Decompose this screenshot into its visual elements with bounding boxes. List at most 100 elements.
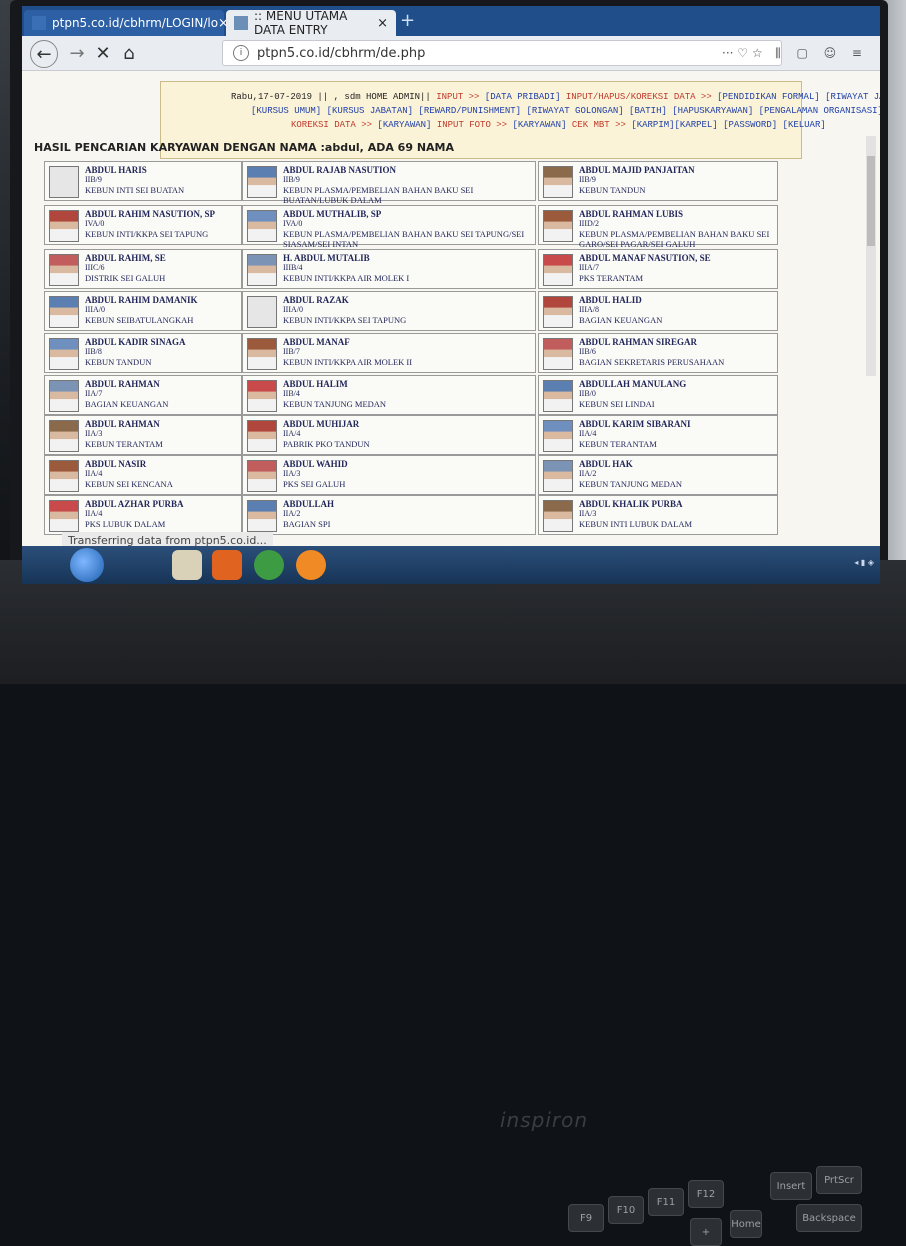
key-f10[interactable]: F10 bbox=[608, 1196, 644, 1224]
employee-card[interactable]: ABDUL MUTHALIB, SP IVA/0 KEBUN PLASMA/PEMB… bbox=[242, 205, 536, 249]
scrollbar[interactable] bbox=[866, 136, 876, 376]
employee-name[interactable]: ABDUL RAHIM DAMANIK bbox=[85, 295, 198, 305]
employee-card[interactable]: ABDUL RAHMAN IIA/3 KEBUN TERANTAM bbox=[44, 415, 242, 455]
link-pendidikan-jabatan[interactable]: [PENDIDIKAN FORMAL] [RIWAYAT JABATAN] bbox=[717, 92, 880, 102]
employee-card[interactable]: ABDUL MAJID PANJAITAN IIB/9 KEBUN TANDUN bbox=[538, 161, 778, 201]
employee-grade: IIIA/8 bbox=[579, 305, 599, 314]
employee-name[interactable]: ABDUL MANAF bbox=[283, 337, 412, 347]
employee-card[interactable]: ABDUL RAZAK IIIA/0 KEBUN INTI/KKPA SEI TAP… bbox=[242, 291, 536, 331]
employee-name[interactable]: ABDUL KARIM SIBARANI bbox=[579, 419, 691, 429]
employee-card[interactable]: ABDUL HALIM IIB/4 KEBUN TANJUNG MEDAN bbox=[242, 375, 536, 415]
employee-name[interactable]: ABDUL RAZAK bbox=[283, 295, 406, 305]
employee-card[interactable]: ABDUL NASIR IIA/4 KEBUN SEI KENCANA bbox=[44, 455, 242, 495]
key-f9[interactable]: F9 bbox=[568, 1204, 604, 1232]
employee-card[interactable]: H. ABDUL MUTALIB IIIB/4 KEBUN INTI/KKPA AI… bbox=[242, 249, 536, 289]
employee-name[interactable]: ABDUL AZHAR PURBA bbox=[85, 499, 184, 509]
employee-name[interactable]: ABDUL HARIS bbox=[85, 165, 184, 175]
employee-card[interactable]: ABDUL RAJAB NASUTION IIB/9 KEBUN PLASMA/PE… bbox=[242, 161, 536, 205]
employee-name[interactable]: ABDUL RAHMAN LUBIS bbox=[579, 209, 777, 219]
employee-name[interactable]: ABDULLAH bbox=[283, 499, 334, 509]
employee-name[interactable]: ABDUL RAHMAN SIREGAR bbox=[579, 337, 724, 347]
link-karpim-password-keluar[interactable]: [KARPIM][KARPEL] [PASSWORD] [KELUAR] bbox=[631, 120, 825, 130]
employee-unit: KEBUN PLASMA/PEMBELIAN BAHAN BAKU SEI GA… bbox=[579, 229, 770, 249]
key-f12[interactable]: F12 bbox=[688, 1180, 724, 1208]
employee-name[interactable]: ABDUL MAJID PANJAITAN bbox=[579, 165, 695, 175]
employee-name[interactable]: ABDUL RAHIM NASUTION, SP bbox=[85, 209, 215, 219]
employee-name[interactable]: ABDUL MANAF NASUTION, SE bbox=[579, 253, 711, 263]
employee-name[interactable]: ABDUL KADIR SINAGA bbox=[85, 337, 186, 347]
employee-card[interactable]: ABDUL RAHMAN IIA/7 BAGIAN KEUANGAN bbox=[44, 375, 242, 415]
stop-button[interactable]: ✕ bbox=[90, 40, 116, 66]
link-data-pribadi[interactable]: [DATA PRIBADI] bbox=[485, 92, 561, 102]
employee-grade: IIB/9 bbox=[85, 175, 102, 184]
media-player-icon[interactable] bbox=[212, 550, 242, 580]
employee-card[interactable]: ABDUL RAHIM DAMANIK IIIA/0 KEBUN SEIBATULA… bbox=[44, 291, 242, 331]
employee-card[interactable]: ABDUL HAK IIA/2 KEBUN TANJUNG MEDAN bbox=[538, 455, 778, 495]
employee-card[interactable]: ABDUL KARIM SIBARANI IIA/4 KEBUN TERANTAM bbox=[538, 415, 778, 455]
link-karyawan-foto[interactable]: [KARYAWAN] bbox=[512, 120, 566, 130]
tab-title: ptpn5.co.id/cbhrm/LOGIN/lo bbox=[52, 16, 219, 30]
employee-name[interactable]: ABDUL HALID bbox=[579, 295, 662, 305]
employee-card[interactable]: ABDUL RAHIM NASUTION, SP IVA/0 KEBUN INTI/… bbox=[44, 205, 242, 245]
employee-card[interactable]: ABDUL AZHAR PURBA IIA/4 PKS LUBUK DALAM bbox=[44, 495, 242, 535]
scrollbar-thumb[interactable] bbox=[867, 156, 875, 246]
info-icon[interactable]: i bbox=[233, 45, 249, 61]
employee-card[interactable]: ABDULLAH IIA/2 BAGIAN SPI bbox=[242, 495, 536, 535]
home-icon[interactable]: ⌂ bbox=[116, 40, 142, 66]
employee-card[interactable]: ABDUL KADIR SINAGA IIB/8 KEBUN TANDUN bbox=[44, 333, 242, 373]
employee-card[interactable]: ABDUL WAHID IIA/3 PKS SEI GALUH bbox=[242, 455, 536, 495]
start-button[interactable] bbox=[70, 548, 104, 582]
employee-name[interactable]: ABDUL MUTHALIB, SP bbox=[283, 209, 535, 219]
employee-name[interactable]: H. ABDUL MUTALIB bbox=[283, 253, 409, 263]
employee-card[interactable]: ABDULLAH MANULANG IIB/0 KEBUN SEI LINDAI bbox=[538, 375, 778, 415]
key-insert[interactable]: Insert bbox=[770, 1172, 812, 1200]
chrome-icon[interactable] bbox=[254, 550, 284, 580]
back-button[interactable]: ← bbox=[30, 40, 58, 68]
employee-name[interactable]: ABDUL KHALIK PURBA bbox=[579, 499, 692, 509]
employee-info: ABDUL HAK IIA/2 KEBUN TANJUNG MEDAN bbox=[579, 459, 682, 489]
forward-button[interactable]: → bbox=[64, 40, 90, 66]
menu-line-2[interactable]: [KURSUS UMUM] [KURSUS JABATAN] [REWARD/P… bbox=[251, 106, 880, 116]
employee-card[interactable]: ABDUL KHALIK PURBA IIA/3 KEBUN INTI LUBUK … bbox=[538, 495, 778, 535]
tab-login[interactable]: ptpn5.co.id/cbhrm/LOGIN/lo × bbox=[24, 10, 229, 36]
firefox-icon[interactable] bbox=[296, 550, 326, 580]
employee-photo bbox=[49, 500, 79, 532]
explorer-icon[interactable] bbox=[172, 550, 202, 580]
toolbar-icons[interactable]: ⫼ ▢ ☺ ≡ bbox=[775, 46, 868, 61]
employee-card[interactable]: ABDUL RAHIM, SE IIIC/6 DISTRIK SEI GALUH bbox=[44, 249, 242, 289]
employee-photo bbox=[543, 460, 573, 492]
employee-name[interactable]: ABDUL WAHID bbox=[283, 459, 348, 469]
employee-name[interactable]: ABDUL HAK bbox=[579, 459, 682, 469]
employee-name[interactable]: ABDUL RAHIM, SE bbox=[85, 253, 166, 263]
employee-unit: KEBUN PLASMA/PEMBELIAN BAHAN BAKU SEI TA… bbox=[283, 229, 525, 249]
employee-card[interactable]: ABDUL HALID IIIA/8 BAGIAN KEUANGAN bbox=[538, 291, 778, 331]
system-tray[interactable]: ◂ ▮ ◈ bbox=[854, 558, 874, 567]
new-tab-button[interactable]: + bbox=[400, 10, 415, 31]
employee-grade: IIB/7 bbox=[283, 347, 300, 356]
employee-card[interactable]: ABDUL RAHMAN SIREGAR IIB/6 BAGIAN SEKRETAR… bbox=[538, 333, 778, 373]
url-actions-icons[interactable]: ··· ♡ ☆ bbox=[722, 46, 763, 60]
employee-name[interactable]: ABDUL HALIM bbox=[283, 379, 386, 389]
key-plus[interactable]: + bbox=[690, 1218, 722, 1246]
employee-name[interactable]: ABDUL NASIR bbox=[85, 459, 173, 469]
tab-menu-utama[interactable]: :: MENU UTAMA DATA ENTRY × bbox=[226, 9, 396, 37]
key-home[interactable]: Home bbox=[730, 1210, 762, 1238]
employee-name[interactable]: ABDULLAH MANULANG bbox=[579, 379, 686, 389]
employee-unit: DISTRIK SEI GALUH bbox=[85, 273, 166, 283]
url-bar[interactable]: i ptpn5.co.id/cbhrm/de.php bbox=[222, 40, 782, 66]
employee-name[interactable]: ABDUL RAJAB NASUTION bbox=[283, 165, 535, 175]
employee-card[interactable]: ABDUL RAHMAN LUBIS IIID/2 KEBUN PLASMA/PEM… bbox=[538, 205, 778, 249]
key-backspace[interactable]: Backspace bbox=[796, 1204, 862, 1232]
employee-card[interactable]: ABDUL MANAF NASUTION, SE IIIA/7 PKS TERANT… bbox=[538, 249, 778, 289]
key-f11[interactable]: F11 bbox=[648, 1188, 684, 1216]
employee-name[interactable]: ABDUL RAHMAN bbox=[85, 419, 163, 429]
employee-grade: IIA/2 bbox=[579, 469, 597, 478]
employee-name[interactable]: ABDUL MUHIJAR bbox=[283, 419, 370, 429]
close-tab-icon[interactable]: × bbox=[377, 16, 388, 31]
key-prtscr[interactable]: PrtScr bbox=[816, 1166, 862, 1194]
employee-card[interactable]: ABDUL MUHIJAR IIA/4 PABRIK PKO TANDUN bbox=[242, 415, 536, 455]
link-karyawan[interactable]: [KARYAWAN] bbox=[377, 120, 431, 130]
employee-card[interactable]: ABDUL MANAF IIB/7 KEBUN INTI/KKPA AIR MOLE… bbox=[242, 333, 536, 373]
employee-name[interactable]: ABDUL RAHMAN bbox=[85, 379, 168, 389]
employee-card[interactable]: ABDUL HARIS IIB/9 KEBUN INTI SEI BUATAN bbox=[44, 161, 242, 201]
